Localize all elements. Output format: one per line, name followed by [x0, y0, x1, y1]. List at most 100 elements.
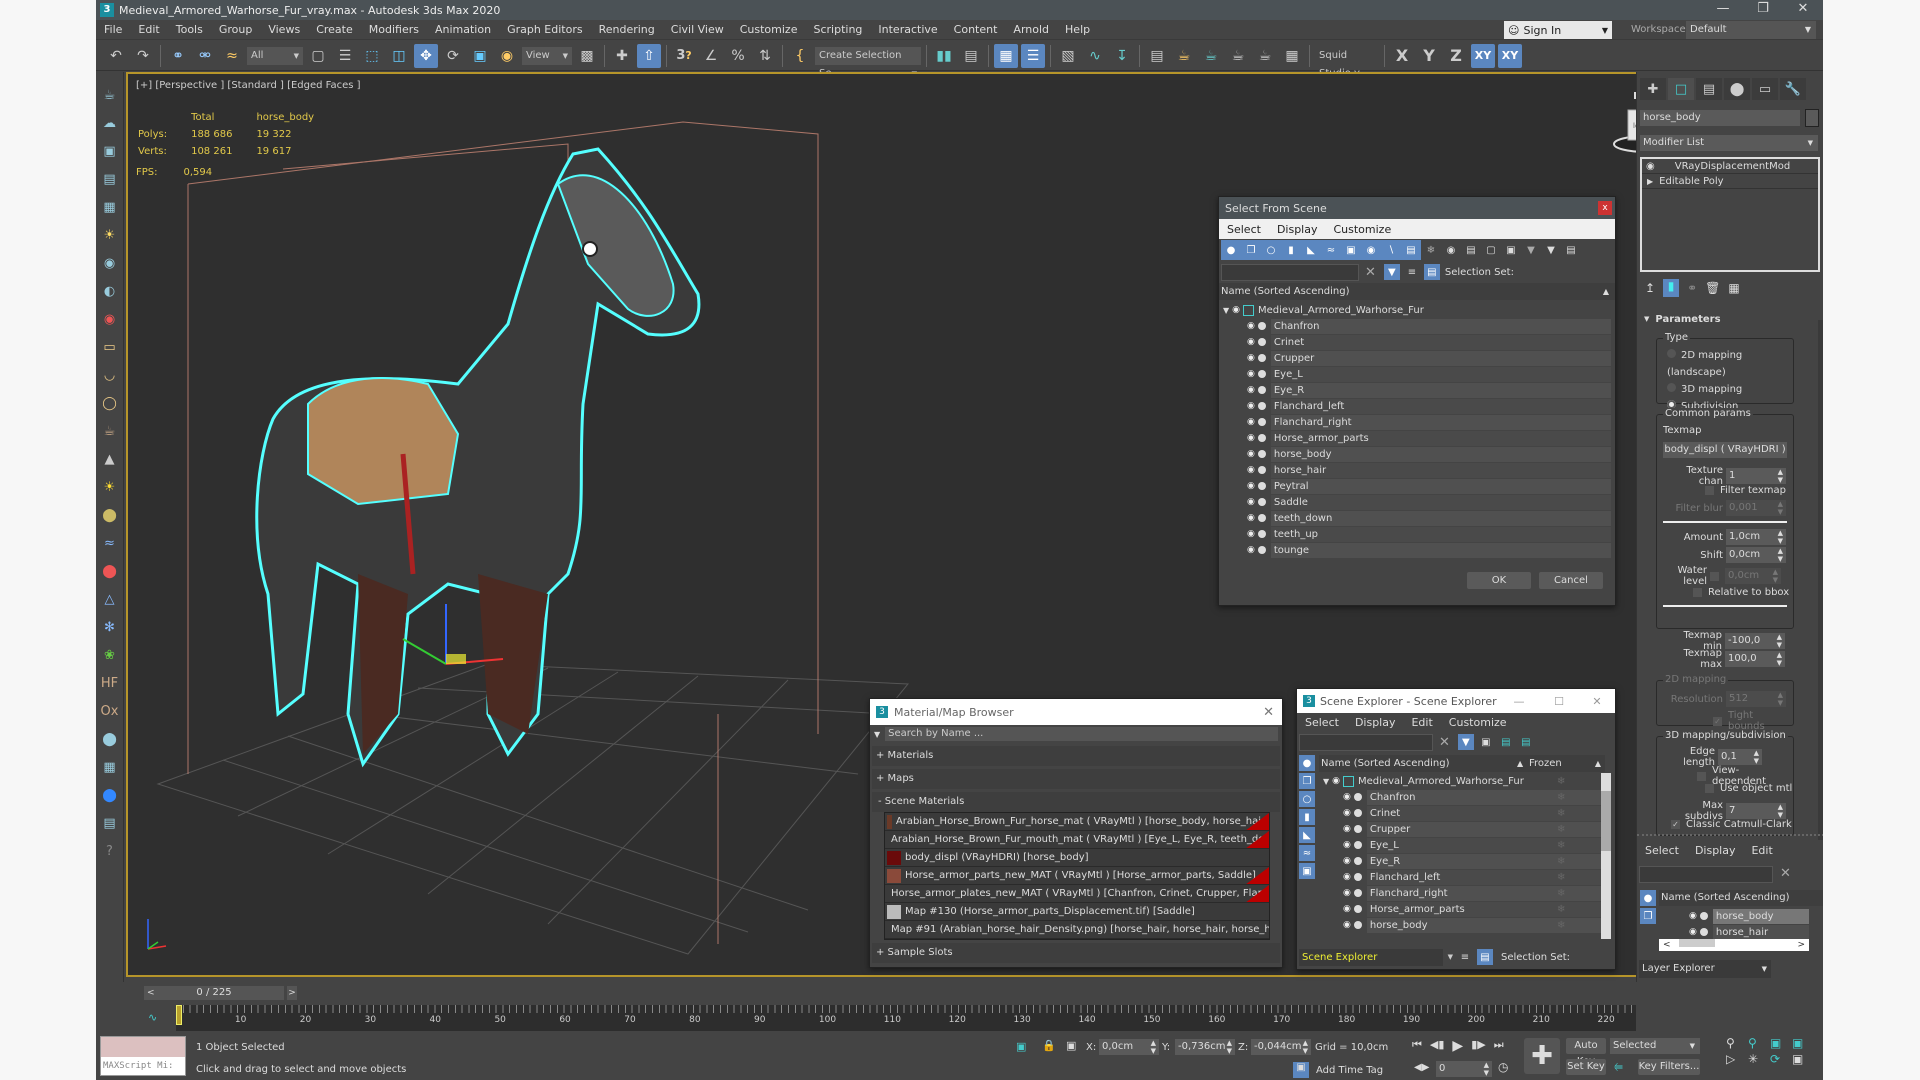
spinner-icon[interactable]: ▲ ▼: [1778, 547, 1783, 563]
geometry-filter-icon[interactable]: ●: [1640, 890, 1656, 906]
tree-item[interactable]: ◉ teeth_down: [1223, 510, 1611, 526]
spinner-icon[interactable]: ▲ ▼: [1151, 1039, 1156, 1055]
select-move-icon[interactable]: ✥: [414, 43, 438, 68]
resolution-input[interactable]: 512 ▲ ▼: [1726, 691, 1786, 707]
frozen-icon[interactable]: ❄: [1557, 872, 1565, 883]
clear-search-icon[interactable]: ✕: [1439, 735, 1450, 750]
object-name-input[interactable]: horse_body: [1640, 110, 1800, 126]
tree-item[interactable]: ◉ Chanfron ❄: [1319, 789, 1605, 805]
ribbon-toggle-icon[interactable]: ▧: [1056, 44, 1080, 68]
spinner-icon[interactable]: ▲ ▼: [1773, 568, 1778, 584]
modify-tab-icon[interactable]: □: [1668, 78, 1694, 100]
eye-icon[interactable]: ◉: [1247, 449, 1255, 459]
tree-item[interactable]: ◉ Crinet ❄: [1319, 805, 1605, 821]
eye-icon[interactable]: ◉: [1232, 305, 1240, 315]
invert-display-icon[interactable]: ▣: [1503, 242, 1519, 258]
keyboard-shortcut-toggle-icon[interactable]: ⇧: [637, 43, 661, 68]
texture-chan-input[interactable]: 1 ▲ ▼: [1726, 468, 1786, 484]
hierarchy-icon[interactable]: ▤: [1477, 949, 1493, 965]
minimize-icon[interactable]: —: [1499, 695, 1539, 708]
absolute-mode-icon[interactable]: ▣: [1066, 1039, 1076, 1052]
filter-selection-icon[interactable]: ▼: [1383, 264, 1400, 280]
frozen-filter-icon[interactable]: ❄: [1423, 242, 1439, 258]
shapes-filter-icon[interactable]: ❐: [1640, 908, 1656, 924]
menu-customize[interactable]: Customize: [1441, 716, 1515, 729]
menu-edit[interactable]: Edit: [1743, 844, 1780, 857]
menu-interactive[interactable]: Interactive: [870, 23, 945, 36]
time-configuration-icon[interactable]: ◷: [1498, 1060, 1508, 1074]
layer-explorer-toggle-icon[interactable]: ☰: [1021, 43, 1045, 68]
scene-material-item[interactable]: Map #91 (Arabian_horse_hair_Density.png)…: [885, 921, 1269, 939]
clipper-icon[interactable]: ✻: [99, 616, 121, 638]
isolate-selection-icon[interactable]: ▣: [1016, 1040, 1026, 1053]
hierarchy-expand-icon[interactable]: ▤: [1498, 734, 1514, 750]
view-dependent-checkbox[interactable]: [1697, 771, 1706, 781]
layer-item[interactable]: ◉ horse_hair: [1659, 924, 1809, 940]
help-icon[interactable]: ?: [99, 840, 121, 862]
tree-root[interactable]: ▼ ◉ Medieval_Armored_Warhorse_Fur ❄: [1319, 773, 1605, 789]
key-filters-button[interactable]: Key Filters...: [1638, 1059, 1700, 1075]
radio-button[interactable]: [1667, 349, 1676, 358]
spinner-icon[interactable]: ▲ ▼: [1778, 691, 1783, 707]
percent-snap-icon[interactable]: %: [726, 44, 750, 68]
eye-icon[interactable]: ◉: [1646, 159, 1655, 173]
type-radio-option[interactable]: 3D mapping: [1667, 381, 1793, 398]
scene-material-item[interactable]: Arabian_Horse_Brown_Fur_mouth_mat ( VRay…: [885, 831, 1269, 849]
sign-in-button[interactable]: ☺ Sign In ▼: [1504, 21, 1612, 39]
eye-icon[interactable]: ◉: [1247, 465, 1255, 475]
lock-icon[interactable]: ▣: [1478, 734, 1494, 750]
axis-z-button[interactable]: Z: [1444, 44, 1468, 68]
menu-edit[interactable]: Edit: [1403, 716, 1440, 729]
scene-material-item[interactable]: body_displ (VRayHDRI) [horse_body]: [885, 849, 1269, 867]
spinner-icon[interactable]: ▲ ▼: [1754, 749, 1759, 765]
eye-icon[interactable]: ◉: [1689, 911, 1697, 921]
amount-input[interactable]: 1,0cm ▲ ▼: [1726, 529, 1786, 545]
eye-icon[interactable]: ◉: [1332, 776, 1340, 786]
light-lister-icon[interactable]: ☀: [99, 224, 121, 246]
cameras-filter-icon[interactable]: ▮: [1299, 809, 1315, 825]
key-tangent-icon[interactable]: ⥢: [1614, 1060, 1623, 1074]
place-icon[interactable]: ◉: [495, 44, 519, 68]
expand-icon[interactable]: ▶: [1647, 174, 1653, 188]
spacewarps-filter-icon[interactable]: ≈: [1323, 242, 1339, 258]
menu-scripting[interactable]: Scripting: [805, 23, 870, 36]
menu-file[interactable]: File: [96, 23, 130, 36]
tree-item[interactable]: ◉ Horse_armor_parts: [1223, 430, 1611, 446]
spinner-icon[interactable]: ▲ ▼: [1778, 468, 1783, 484]
column-header-frozen[interactable]: Frozen: [1529, 755, 1562, 772]
tree-item[interactable]: ◉ Flanchard_left ❄: [1319, 869, 1605, 885]
time-cursor[interactable]: [176, 1005, 182, 1025]
key-mode-toggle-icon[interactable]: ◀▶: [1414, 1062, 1429, 1073]
eye-icon[interactable]: ◉: [1247, 417, 1255, 427]
filter-selection-icon[interactable]: ▼: [1457, 734, 1474, 750]
column-header-name[interactable]: Name (Sorted Ascending): [1659, 890, 1823, 906]
display-none-icon[interactable]: ▢: [1483, 242, 1499, 258]
dialog-title-bar[interactable]: 3 Material/Map Browser ✕: [870, 699, 1282, 725]
tree-item[interactable]: ◉ Peytral: [1223, 478, 1611, 494]
unlink-icon[interactable]: ⚮: [193, 44, 217, 68]
close-icon[interactable]: ✕: [1783, 0, 1823, 18]
go-to-end-icon[interactable]: ⏭: [1494, 1038, 1504, 1054]
x-coordinate-input[interactable]: 0,0cm ▲ ▼: [1099, 1039, 1159, 1055]
groups-filter-icon[interactable]: ▣: [1299, 863, 1315, 879]
select-scale-icon[interactable]: ▣: [468, 44, 492, 68]
eye-icon[interactable]: ◉: [1343, 904, 1351, 914]
menu-rendering[interactable]: Rendering: [591, 23, 663, 36]
tight-bounds-checkbox[interactable]: ✓: [1713, 716, 1722, 726]
filter-texmap-checkbox[interactable]: [1705, 486, 1714, 495]
hierarchy-icon[interactable]: ▤: [1423, 264, 1440, 280]
motion-tab-icon[interactable]: ⬤: [1724, 78, 1750, 100]
maximize-viewport-icon[interactable]: ▣: [1792, 1052, 1814, 1066]
workspace-select[interactable]: Default ▼: [1686, 21, 1816, 39]
menu-select[interactable]: Select: [1297, 716, 1347, 729]
layer-search-input[interactable]: [1639, 866, 1773, 883]
edit-named-selection-icon[interactable]: {: [788, 44, 812, 68]
tree-item[interactable]: ◉ Crupper ❄: [1319, 821, 1605, 837]
eye-icon[interactable]: ◉: [1343, 856, 1351, 866]
render-in-cloud-icon[interactable]: ▦: [1280, 44, 1304, 68]
orbit-icon[interactable]: ⟳: [1770, 1052, 1792, 1066]
current-frame-input[interactable]: 0 ▲ ▼: [1436, 1061, 1492, 1077]
time-slider[interactable]: < 0 / 225 >: [144, 986, 297, 1000]
hierarchy-collapse-icon[interactable]: ▤: [1518, 734, 1534, 750]
search-input[interactable]: [1299, 733, 1433, 751]
